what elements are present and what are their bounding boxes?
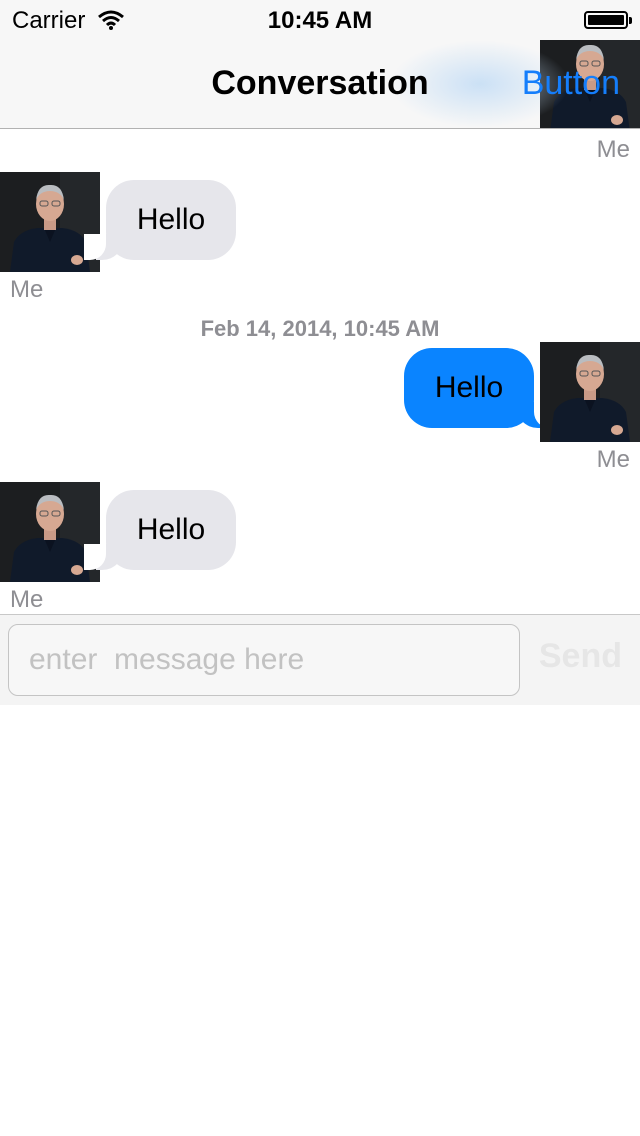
nav-right-button[interactable]: Button <box>522 64 620 103</box>
sender-name-label: Me <box>10 276 44 303</box>
sender-name-label: Me <box>596 446 630 473</box>
message-text: Hello <box>136 513 206 546</box>
message-text: Hello <box>434 371 504 404</box>
message-bubble[interactable]: Hello <box>404 348 556 428</box>
status-time: 10:45 AM <box>267 7 373 34</box>
composer-bar: Send <box>0 614 640 705</box>
sender-name-label: Me <box>596 136 630 163</box>
avatar <box>540 342 640 442</box>
message-timestamp: Feb 14, 2014, 10:45 AM <box>200 316 440 341</box>
message-bubble[interactable]: Hello <box>84 180 236 260</box>
status-bar: Carrier 10:45 AM <box>0 0 640 40</box>
message-list[interactable]: Me Hello Me Feb 14, 2014, 10:45 AM Hello… <box>0 129 640 614</box>
navigation-bar: Conversation Button <box>0 40 640 129</box>
message-text: Hello <box>136 203 206 236</box>
message-bubble[interactable]: Hello <box>84 490 236 570</box>
message-input[interactable] <box>8 624 520 696</box>
sender-name-label: Me <box>10 586 44 613</box>
send-button[interactable]: Send <box>539 637 622 676</box>
battery-icon <box>584 11 632 29</box>
